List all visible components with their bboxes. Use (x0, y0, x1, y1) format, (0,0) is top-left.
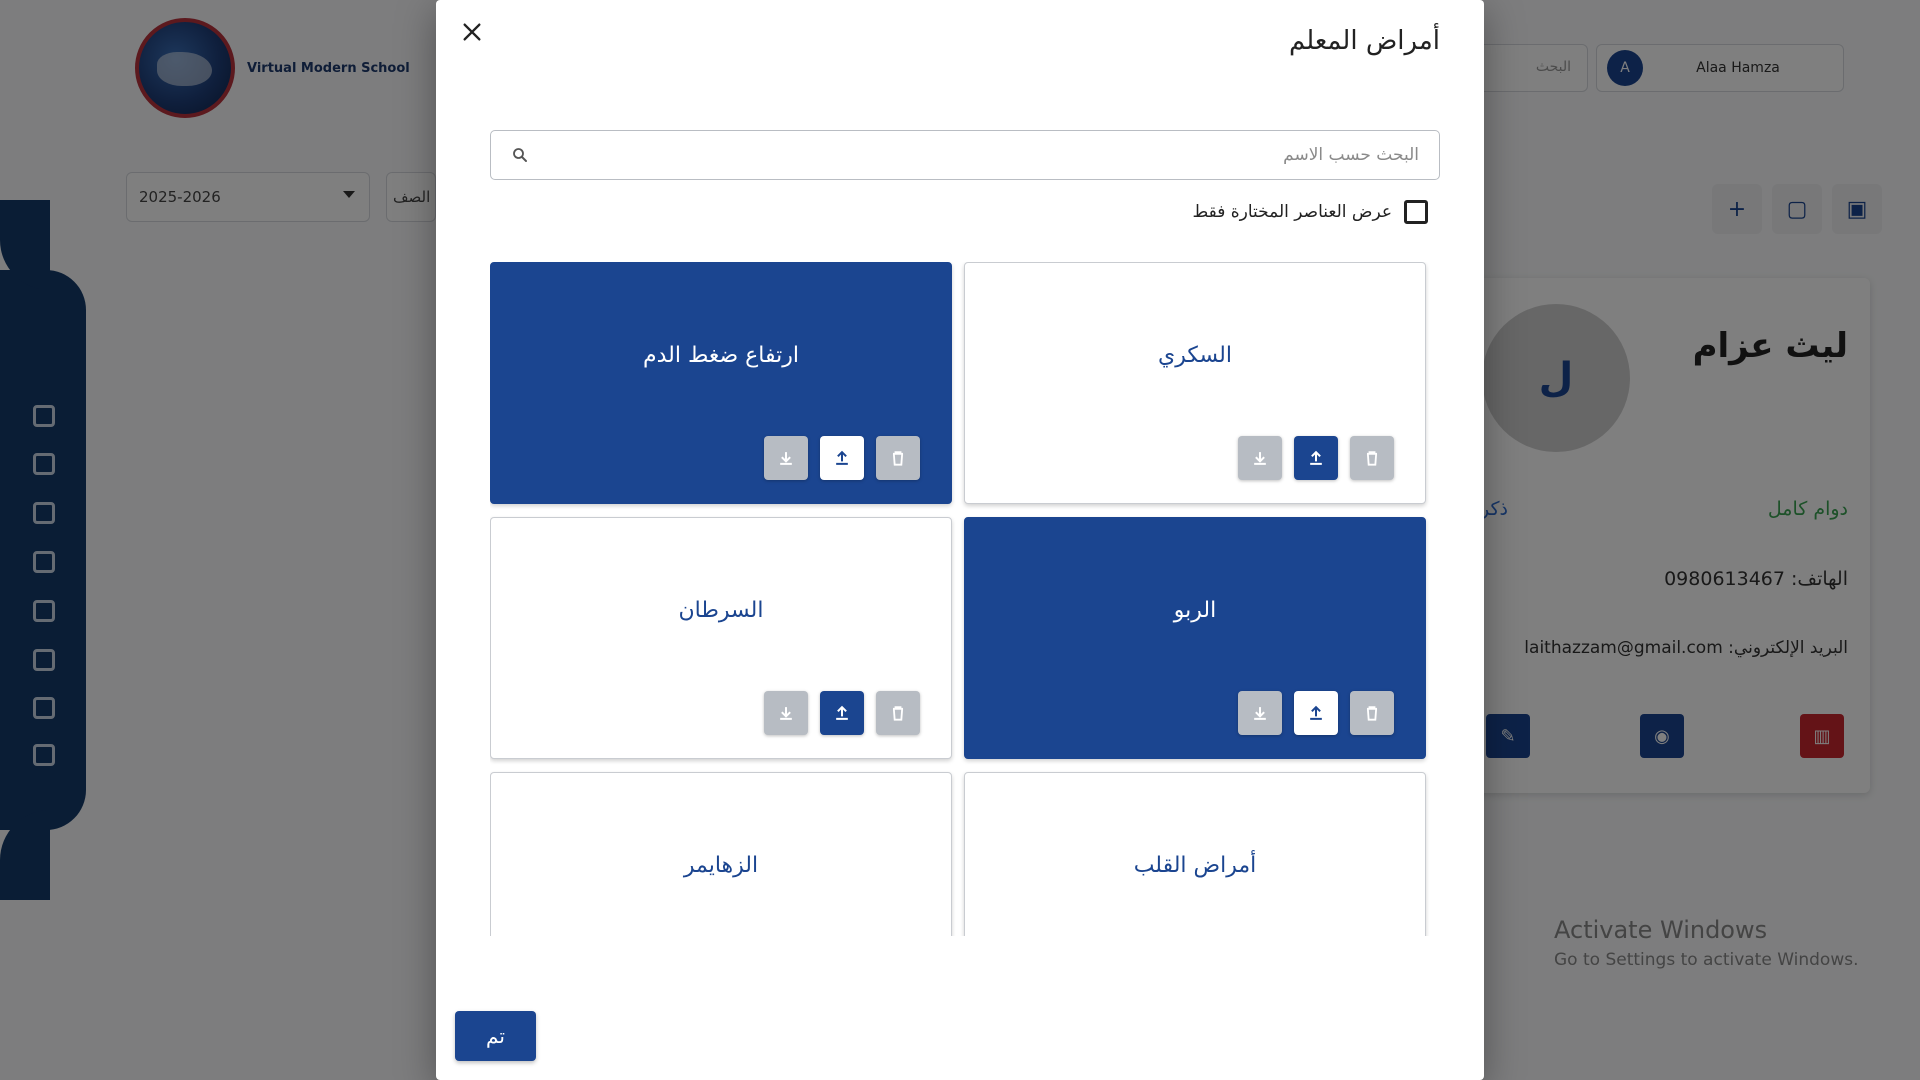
upload-icon (836, 705, 848, 720)
download-icon (780, 452, 792, 465)
show-selected-label: عرض العناصر المختارة فقط (1192, 202, 1392, 222)
download-button[interactable] (1238, 691, 1282, 735)
download-icon (1254, 707, 1266, 720)
upload-button[interactable] (820, 436, 864, 480)
done-button[interactable]: تم (455, 1011, 536, 1061)
delete-button[interactable] (1350, 436, 1394, 480)
upload-button[interactable] (1294, 691, 1338, 735)
close-icon (463, 23, 481, 41)
upload-button[interactable] (1294, 436, 1338, 480)
dialog-title: أمراض المعلم (1288, 26, 1440, 56)
download-icon (780, 707, 792, 720)
trash-icon (1366, 706, 1378, 721)
upload-icon (836, 450, 848, 465)
disease-card-selected[interactable]: ارتفاع ضغط الدم (490, 262, 952, 504)
search-field[interactable] (490, 130, 1440, 180)
disease-label: السرطان (678, 598, 764, 623)
upload-icon (1310, 705, 1322, 720)
disease-card[interactable]: السرطان (490, 517, 952, 759)
disease-card-selected[interactable]: الربو (964, 517, 1426, 759)
delete-button[interactable] (1350, 691, 1394, 735)
show-selected-filter[interactable]: عرض العناصر المختارة فقط (1192, 200, 1428, 224)
close-button[interactable] (454, 14, 490, 50)
trash-icon (892, 451, 904, 466)
show-selected-checkbox[interactable] (1404, 200, 1428, 224)
disease-label: أمراض القلب (1133, 853, 1257, 878)
search-input[interactable] (539, 145, 1419, 165)
upload-button[interactable] (820, 691, 864, 735)
download-button[interactable] (764, 436, 808, 480)
card-actions (1238, 691, 1394, 735)
disease-label: السكري (1158, 343, 1232, 368)
disease-label: الزهايمر (683, 853, 759, 878)
delete-button[interactable] (876, 691, 920, 735)
disease-card[interactable]: الزهايمر (490, 772, 952, 936)
trash-icon (892, 706, 904, 721)
card-actions (1238, 436, 1394, 480)
download-icon (1254, 452, 1266, 465)
disease-label: ارتفاع ضغط الدم (643, 343, 799, 368)
download-button[interactable] (1238, 436, 1282, 480)
upload-icon (1310, 450, 1322, 465)
card-actions (764, 691, 920, 735)
disease-label: الربو (1173, 598, 1217, 623)
delete-button[interactable] (876, 436, 920, 480)
trash-icon (1366, 451, 1378, 466)
card-actions (764, 436, 920, 480)
disease-card[interactable]: السكري (964, 262, 1426, 504)
download-button[interactable] (764, 691, 808, 735)
search-icon (513, 148, 527, 162)
disease-grid: السكري ارتفاع ضغط الدم الربو السرطان أمر… (490, 262, 1440, 936)
teacher-diseases-dialog: أمراض المعلم عرض العناصر المختارة فقط ال… (436, 0, 1484, 1080)
disease-card[interactable]: أمراض القلب (964, 772, 1426, 936)
